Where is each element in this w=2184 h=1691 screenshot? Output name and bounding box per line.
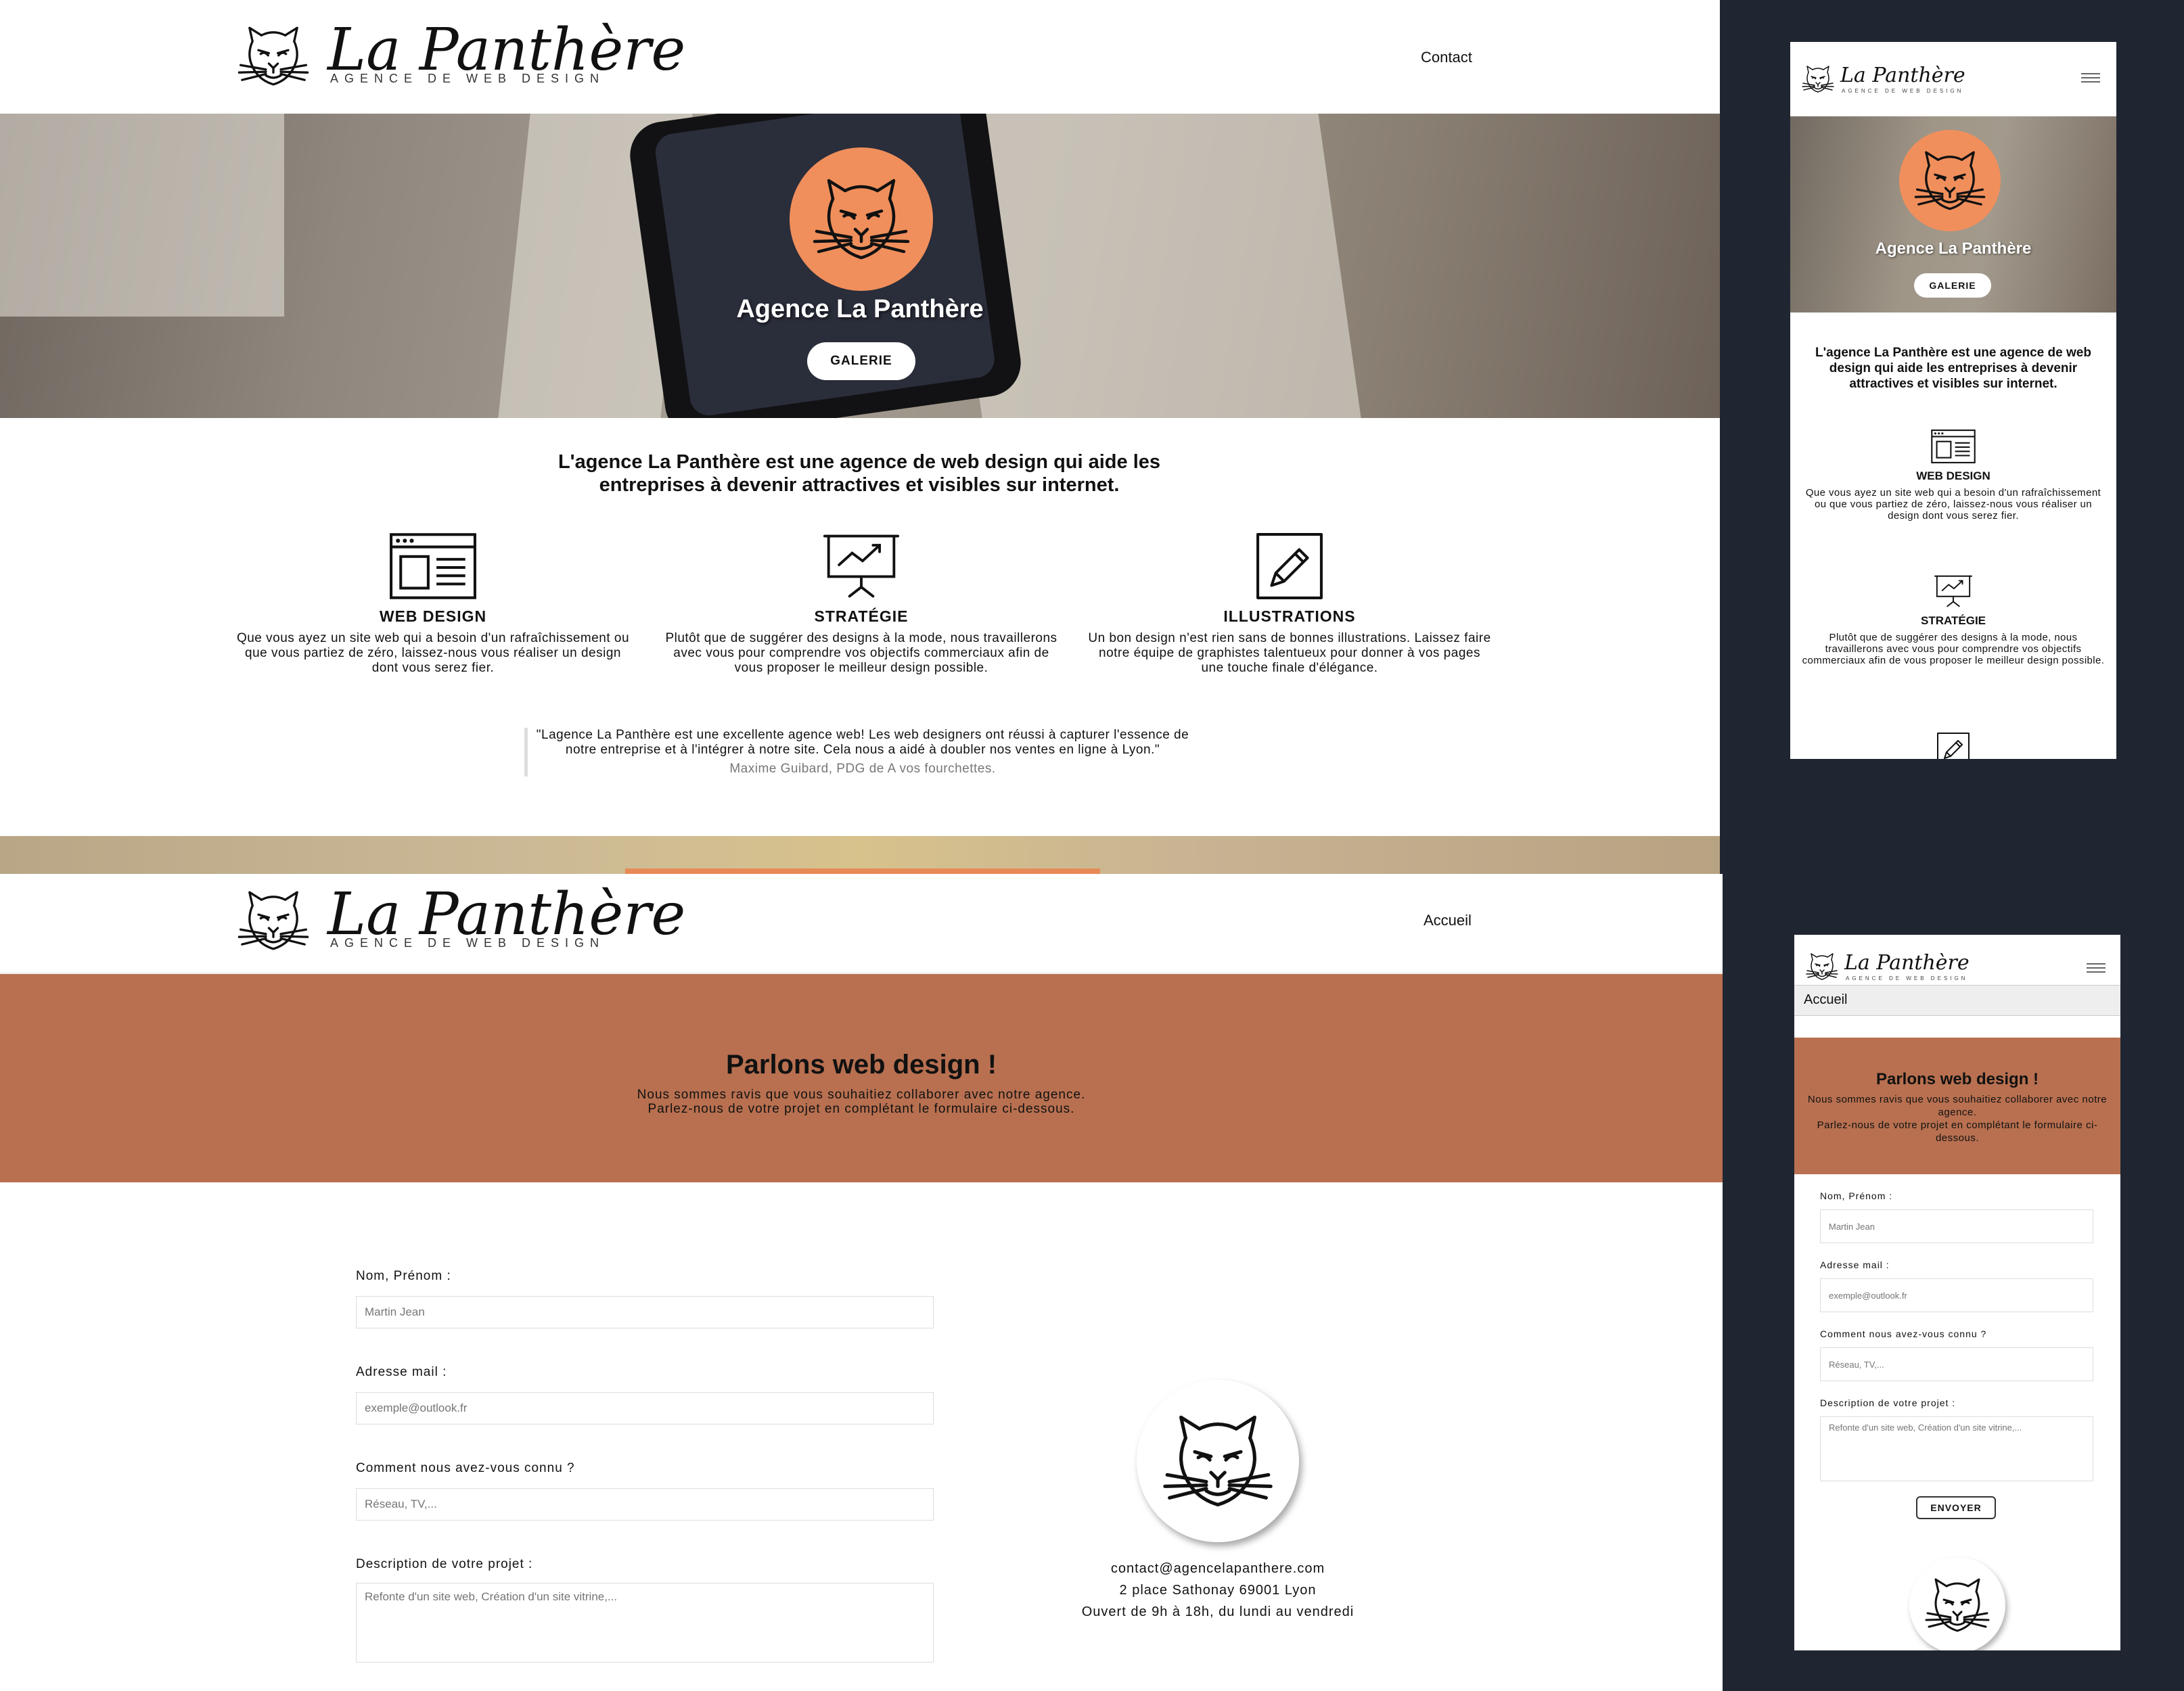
- contact-banner: Parlons web design ! Nous sommes ravis q…: [0, 974, 1723, 1182]
- service-strategie: STRATÉGIE Plutôt que de suggérer des des…: [1800, 574, 2107, 666]
- panther-icon: [1913, 143, 1987, 218]
- site-header: La Panthère AGENCE DE WEB DESIGN Contact: [0, 0, 1720, 114]
- service-text: Que vous ayez un site web qui a besoin d…: [236, 631, 630, 675]
- service-web-design: WEB DESIGN Que vous ayez un site web qui…: [1800, 429, 2107, 522]
- contact-subtitle-line: Nous sommes ravis que vous souhaitiez co…: [637, 1088, 1086, 1102]
- panther-logo-icon: [230, 19, 317, 93]
- project-label: Description de votre projet :: [356, 1557, 533, 1571]
- nav-home-link[interactable]: Accueil: [1424, 912, 1472, 929]
- testimonial: "Lagence La Panthère est une excellente …: [524, 728, 1198, 777]
- intro-text: L'agence La Panthère est une agence de w…: [1815, 346, 2091, 391]
- site-header: La Panthère AGENCE DE WEB DESIGN Accueil: [0, 874, 1723, 973]
- brand-tagline: AGENCE DE WEB DESIGN: [330, 936, 606, 950]
- footer-banner: [0, 836, 1720, 874]
- hero-title: Agence La Panthère: [736, 295, 984, 323]
- service-strategie: STRATÉGIE Plutôt que de suggérer des des…: [658, 532, 1064, 676]
- name-label: Nom, Prénom :: [356, 1269, 451, 1283]
- contact-subtitle-line: Parlez-nous de votre projet en complétan…: [647, 1102, 1075, 1116]
- mobile-home-page: La Panthère AGENCE DE WEB DESIGN Agence …: [1790, 42, 2116, 759]
- project-textarea[interactable]: [1820, 1416, 2093, 1481]
- service-text: Plutôt que de suggérer des designs à la …: [665, 631, 1057, 675]
- nav-contact-link[interactable]: Contact: [1421, 49, 1472, 66]
- service-web-design: WEB DESIGN Que vous ayez un site web qui…: [230, 532, 636, 676]
- pencil-square-icon: [1936, 732, 1970, 759]
- name-label: Nom, Prénom :: [1820, 1190, 1893, 1201]
- gallery-button[interactable]: GALERIE: [1914, 273, 1991, 298]
- mobile-header: La Panthère AGENCE DE WEB DESIGN: [1790, 42, 2116, 116]
- service-illustrations: ILLUSTRATIONS Un bon design n'est rien s…: [1087, 532, 1493, 676]
- nav-home-link[interactable]: Accueil: [1804, 992, 1847, 1008]
- contact-email[interactable]: contact@agencelapanthere.com: [1015, 1561, 1421, 1577]
- testimonial-quote: "Lagence La Panthère est une excellente …: [536, 728, 1189, 757]
- gallery-button[interactable]: GALERIE: [807, 342, 915, 380]
- site-logo[interactable]: La Panthère AGENCE DE WEB DESIGN: [230, 882, 685, 959]
- brand-tagline: AGENCE DE WEB DESIGN: [330, 72, 606, 85]
- service-title: ILLUSTRATIONS: [1223, 607, 1356, 625]
- brand-tagline: AGENCE DE WEB DESIGN: [1842, 88, 1964, 94]
- service-title: WEB DESIGN: [1916, 469, 1990, 482]
- desktop-home-page: La Panthère AGENCE DE WEB DESIGN Contact…: [0, 0, 1720, 874]
- contact-hours: Ouvert de 9h à 18h, du lundi au vendredi: [1081, 1604, 1355, 1619]
- contact-subtitle: Nous sommes ravis que vous souhaitiez co…: [0, 1088, 1723, 1116]
- service-text: Que vous ayez un site web qui a besoin d…: [1805, 487, 2101, 522]
- contact-heading: Parlons web design !: [725, 1050, 997, 1080]
- send-button[interactable]: ENVOYER: [1916, 1496, 1996, 1519]
- panther-logo-icon: [230, 883, 317, 958]
- source-label: Comment nous avez-vous connu ?: [356, 1461, 575, 1475]
- brand-name: La Panthère: [1844, 951, 1970, 975]
- presentation-chart-icon: [1934, 574, 1973, 609]
- pencil-square-icon: [1255, 532, 1324, 601]
- email-input[interactable]: [356, 1392, 934, 1424]
- intro-text: L'agence La Panthère est une agence de w…: [558, 451, 1161, 496]
- contact-address: 2 place Sathonay 69001 Lyon: [1119, 1583, 1317, 1598]
- hero-banner: Agence La Panthère GALERIE: [1790, 116, 2116, 312]
- contact-banner: Parlons web design ! Nous sommes ravis q…: [1794, 1038, 2120, 1174]
- contact-heading: Parlons web design !: [1875, 1070, 2039, 1088]
- contact-logo-circle: [1137, 1380, 1299, 1542]
- name-input[interactable]: [1820, 1209, 2093, 1243]
- mobile-nav-menu: Accueil: [1794, 985, 2120, 1016]
- source-input[interactable]: [356, 1488, 934, 1521]
- panther-icon: [811, 168, 912, 270]
- site-logo[interactable]: La Panthère AGENCE DE WEB DESIGN: [1800, 62, 2003, 99]
- hero-title: Agence La Panthère: [1875, 239, 2032, 258]
- service-text: Un bon design n'est rien sans de bonnes …: [1088, 631, 1491, 675]
- contact-subtitle-line: Nous sommes ravis que vous souhaitiez co…: [1807, 1094, 2108, 1118]
- hamburger-menu-icon[interactable]: [2087, 963, 2106, 977]
- source-label: Comment nous avez-vous connu ?: [1820, 1328, 1987, 1339]
- project-label: Description de votre projet :: [1820, 1397, 1956, 1408]
- hero-logo-circle: [790, 147, 933, 291]
- browser-window-icon: [388, 532, 478, 601]
- service-title: STRATÉGIE: [1920, 614, 1986, 627]
- hero-logo-circle: [1899, 130, 2001, 231]
- project-textarea[interactable]: [356, 1583, 934, 1663]
- presentation-chart-icon: [822, 532, 901, 601]
- site-logo[interactable]: La Panthère AGENCE DE WEB DESIGN: [230, 18, 685, 95]
- browser-window-icon: [1930, 429, 1976, 464]
- email-label: Adresse mail :: [1820, 1259, 1890, 1270]
- service-illustrations: [1800, 732, 2107, 759]
- panther-logo-icon: [1804, 950, 1840, 983]
- contact-subtitle: Nous sommes ravis que vous souhaitiez co…: [1801, 1093, 2114, 1144]
- hero-banner: Agence La Panthère GALERIE: [0, 114, 1720, 418]
- name-input[interactable]: [356, 1296, 934, 1328]
- contact-subtitle-line: Parlez-nous de votre projet en complétan…: [1817, 1119, 2098, 1144]
- panther-icon: [1924, 1571, 1991, 1639]
- email-input[interactable]: [1820, 1278, 2093, 1312]
- brand-tagline: AGENCE DE WEB DESIGN: [1846, 975, 1968, 981]
- email-label: Adresse mail :: [356, 1365, 447, 1379]
- brand-name: La Panthère: [1840, 64, 1965, 87]
- service-title: WEB DESIGN: [379, 607, 487, 625]
- panther-logo-icon: [1800, 62, 1836, 96]
- service-title: STRATÉGIE: [814, 607, 909, 625]
- hamburger-menu-icon[interactable]: [2081, 73, 2100, 87]
- desktop-contact-page: La Panthère AGENCE DE WEB DESIGN Accueil…: [0, 874, 1723, 1691]
- panther-icon: [1160, 1404, 1275, 1519]
- contact-logo-circle: [1909, 1557, 2005, 1650]
- testimonial-author: Maxime Guibard, PDG de A vos fourchettes…: [729, 762, 996, 776]
- source-input[interactable]: [1820, 1347, 2093, 1381]
- mobile-contact-page: La Panthère AGENCE DE WEB DESIGN Accueil…: [1794, 935, 2120, 1650]
- site-logo[interactable]: La Panthère AGENCE DE WEB DESIGN: [1804, 950, 2007, 986]
- service-text: Plutôt que de suggérer des designs à la …: [1802, 632, 2105, 666]
